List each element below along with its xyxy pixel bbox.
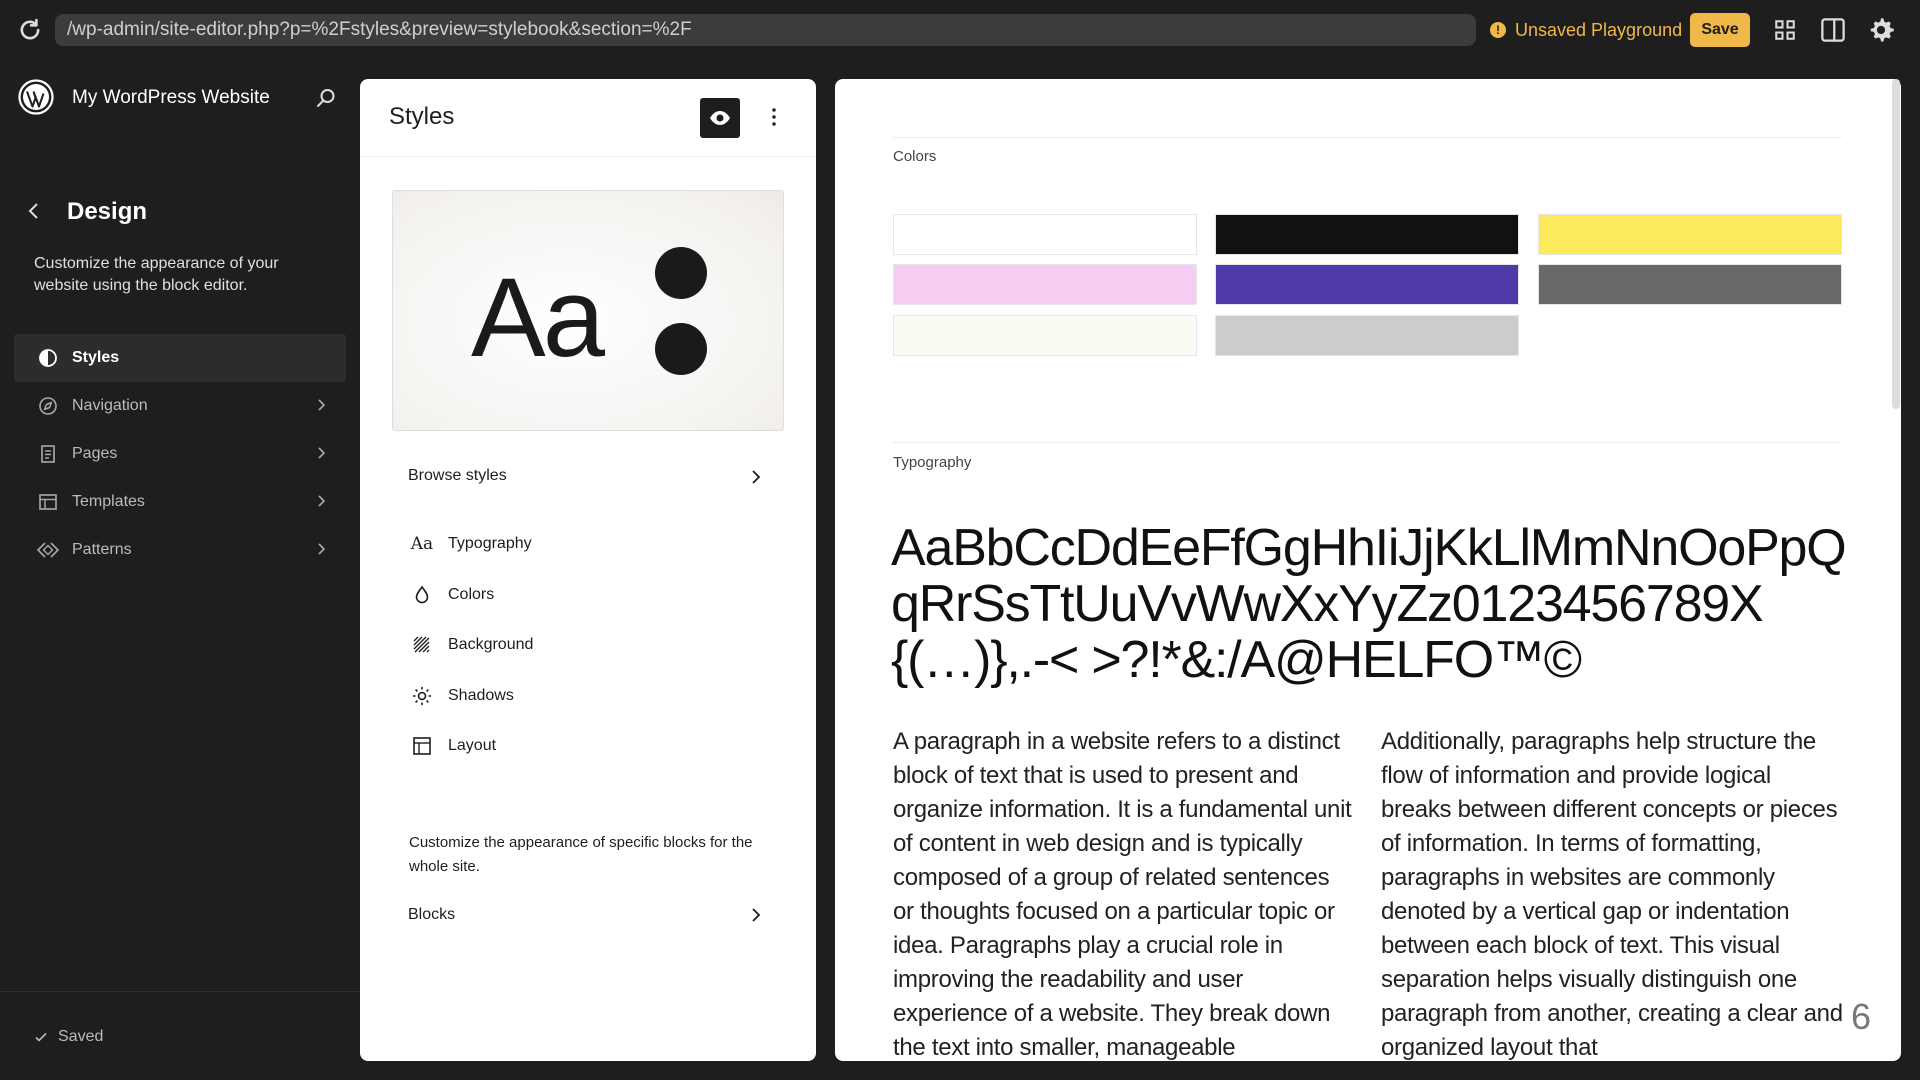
- page-icon: [41, 445, 55, 463]
- background-icon: [413, 636, 430, 653]
- site-editor-sidebar: My WordPress Website Design Customize th…: [0, 59, 360, 1080]
- nav-item-label: Patterns: [72, 541, 132, 558]
- section-title: Design: [67, 198, 148, 225]
- unsaved-status[interactable]: ! Unsaved Playground: [1490, 14, 1682, 46]
- nav-item-label: Templates: [72, 493, 145, 510]
- menu-item-label: Layout: [448, 737, 497, 755]
- color-swatch[interactable]: [893, 315, 1197, 356]
- typography-alphabet-sample: AaBbCcDdEeFfGgHhIiJjKkLlMmNnOoPpQqRrSsTt…: [891, 519, 1847, 689]
- url-input[interactable]: /wp-admin/site-editor.php?p=%2Fstyles&pr…: [55, 14, 1476, 46]
- chevron-right-icon: [752, 908, 761, 922]
- site-name[interactable]: My WordPress Website: [72, 87, 270, 109]
- section-divider: [892, 137, 1842, 138]
- typography-icon: Aa: [410, 534, 434, 555]
- color-swatch[interactable]: [1215, 264, 1519, 305]
- chevron-right-icon: [318, 495, 326, 507]
- color-swatch[interactable]: [893, 214, 1197, 255]
- menu-item-shadows[interactable]: Shadows: [392, 671, 784, 722]
- nav-item-pages[interactable]: Pages: [14, 430, 346, 478]
- chevron-right-icon: [752, 470, 761, 484]
- section-description: Customize the appearance of your website…: [34, 255, 279, 294]
- wordpress-logo-icon[interactable]: [18, 79, 54, 115]
- browser-toolbar: /wp-admin/site-editor.php?p=%2Fstyles&pr…: [0, 0, 1920, 59]
- chevron-right-icon: [318, 399, 326, 411]
- settings-gear-icon[interactable]: [1866, 15, 1896, 45]
- menu-item-layout[interactable]: Layout: [392, 721, 784, 772]
- compass-icon: [39, 397, 57, 415]
- diamond-icon: [36, 542, 60, 558]
- menu-item-background[interactable]: Background: [392, 620, 784, 671]
- style-preview-card[interactable]: Aa: [392, 190, 784, 431]
- design-nav: Styles Navigation Pages Templates Patter…: [14, 334, 346, 574]
- save-button[interactable]: Save: [1690, 13, 1750, 47]
- browse-styles-label: Browse styles: [408, 467, 507, 484]
- reload-icon[interactable]: [16, 16, 44, 44]
- unsaved-label: Unsaved Playground: [1515, 19, 1683, 40]
- menu-item-colors[interactable]: Colors: [392, 570, 784, 621]
- blocks-label: Blocks: [408, 906, 456, 923]
- nav-item-patterns[interactable]: Patterns: [14, 526, 346, 574]
- menu-item-label: Typography: [448, 535, 532, 553]
- warning-icon: !: [1490, 22, 1506, 38]
- color-swatch[interactable]: [893, 264, 1197, 305]
- save-status: Saved: [34, 1028, 103, 1046]
- chevron-right-icon: [318, 447, 326, 459]
- overlay-number: 6: [1851, 996, 1872, 1037]
- preview-typography-sample: Aa: [471, 255, 605, 380]
- layout-icon: [39, 494, 57, 510]
- menu-item-typography[interactable]: Aa Typography: [392, 519, 784, 570]
- sidebar-toggle-icon[interactable]: [1818, 15, 1848, 45]
- layout-icon: [413, 737, 431, 756]
- nav-item-label: Styles: [72, 349, 120, 366]
- nav-item-templates[interactable]: Templates: [14, 478, 346, 526]
- sun-icon: [413, 686, 431, 705]
- checkmark-icon: [35, 1032, 47, 1042]
- colors-section-label: Colors: [893, 148, 937, 165]
- half-circle-icon: [39, 349, 57, 367]
- browse-styles-button[interactable]: Browse styles: [392, 451, 784, 505]
- canvas-scrollbar[interactable]: [1892, 79, 1900, 409]
- global-styles-panel: Styles Aa Browse styles Aa Typography Co…: [360, 79, 816, 1061]
- styles-menu: Aa Typography Colors Background Shadows: [392, 519, 784, 772]
- back-chevron-icon[interactable]: [24, 201, 44, 221]
- nav-item-styles[interactable]: Styles: [14, 334, 346, 382]
- style-book-canvas[interactable]: Colors Typography AaBbCcDdEeFfGgHhIiJjKk…: [835, 79, 1901, 1061]
- blocks-button[interactable]: Blocks: [392, 889, 784, 943]
- nav-item-label: Navigation: [72, 397, 148, 414]
- menu-item-label: Shadows: [448, 686, 514, 704]
- grid-icon[interactable]: [1770, 15, 1800, 45]
- sidebar-footer: Saved: [0, 991, 360, 1080]
- search-icon[interactable]: [314, 86, 338, 110]
- blocks-description: Customize the appearance of specific blo…: [409, 834, 753, 875]
- color-swatch[interactable]: [1538, 214, 1842, 255]
- color-swatch[interactable]: [1215, 214, 1519, 255]
- panel-header: Styles: [360, 79, 816, 157]
- menu-item-label: Colors: [448, 585, 495, 603]
- chevron-right-icon: [318, 543, 326, 555]
- save-status-label: Saved: [58, 1028, 104, 1045]
- nav-item-navigation[interactable]: Navigation: [14, 382, 346, 430]
- nav-item-label: Pages: [72, 445, 118, 462]
- menu-item-label: Background: [448, 636, 534, 654]
- typography-section-label: Typography: [893, 454, 972, 471]
- panel-title: Styles: [389, 103, 455, 130]
- droplet-icon: [415, 585, 429, 603]
- style-book-toggle-button[interactable]: [700, 98, 740, 138]
- paragraph-sample-2: Additionally, paragraphs help structure …: [1381, 728, 1843, 1061]
- more-options-icon[interactable]: [758, 101, 790, 133]
- preview-color-dot: [655, 323, 707, 375]
- eye-icon: [710, 111, 730, 125]
- section-divider: [892, 442, 1842, 443]
- paragraph-sample-1: A paragraph in a website refers to a dis…: [893, 728, 1352, 1061]
- color-swatch[interactable]: [1538, 264, 1842, 305]
- preview-color-dot: [655, 247, 707, 299]
- color-swatch[interactable]: [1215, 315, 1519, 356]
